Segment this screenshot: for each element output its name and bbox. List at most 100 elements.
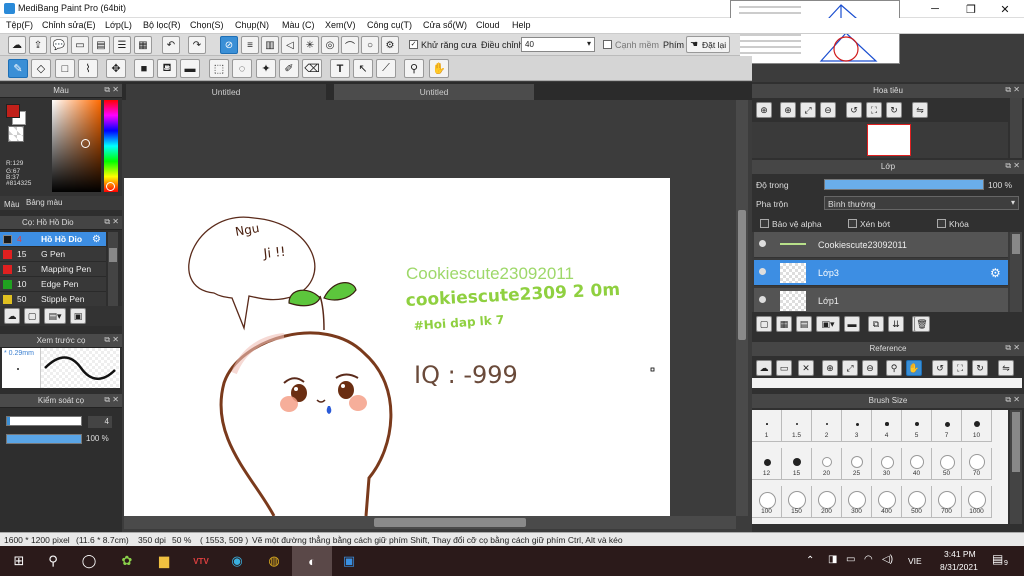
operation-tool-icon[interactable]: ↖ (353, 59, 373, 78)
brush-size-option[interactable]: 12 (752, 448, 782, 480)
eye-icon[interactable] (759, 268, 766, 275)
medibang-icon[interactable]: ◐ (303, 552, 321, 570)
bucket-tool-icon[interactable]: ⛾ (157, 59, 177, 78)
brush-opacity-slider[interactable] (6, 434, 82, 444)
zoom-out-icon[interactable]: ⊖ (862, 360, 878, 376)
clock-date[interactable]: 8/31/2021 (940, 562, 978, 572)
brush-size-option[interactable]: 4 (872, 410, 902, 442)
rotate-left-icon[interactable]: ↺ (846, 102, 862, 118)
wifi-icon[interactable]: ◠ (864, 554, 873, 565)
blend-mode-dropdown[interactable]: Bình thường ▾ (824, 196, 1019, 210)
add-layer-menu-icon[interactable]: ▣▾ (816, 316, 840, 332)
gear-icon[interactable]: ⚙ (990, 266, 1001, 280)
vtv-icon[interactable]: VTV (192, 552, 210, 570)
brush-item[interactable]: 50 Stipple Pen (0, 292, 106, 306)
lasso-tool-icon[interactable]: ◌ (232, 59, 252, 78)
new-halftone-layer-icon[interactable]: ▦ (776, 316, 792, 332)
tab-untitled-2[interactable]: Untitled (334, 84, 534, 100)
grid-snap-icon[interactable]: ▥ (261, 36, 279, 54)
hue-handle[interactable] (106, 182, 115, 191)
panel-popout-icon[interactable]: ⧉ ✕ (1005, 343, 1020, 353)
folder-icon[interactable]: ▬ (844, 316, 860, 332)
brush-size-option[interactable]: 200 (812, 486, 842, 518)
redo-icon[interactable]: ↷ (188, 36, 206, 54)
canvas-horizontal-scrollbar[interactable] (124, 516, 736, 529)
panel-popout-icon[interactable]: ⧉ ✕ (104, 217, 119, 227)
app-icon[interactable]: ✿ (118, 552, 136, 570)
add-brush-icon[interactable]: ▤▾ (44, 308, 66, 324)
panel-popout-icon[interactable]: ⧉ ✕ (104, 395, 119, 405)
fit-screen-icon[interactable]: ⛶ (866, 102, 882, 118)
document-icon[interactable]: ▤ (92, 36, 110, 54)
parallel-snap-icon[interactable]: ≡ (241, 36, 259, 54)
primary-color-swatch[interactable] (6, 104, 20, 118)
chrome-icon[interactable]: ◍ (265, 552, 283, 570)
scrollbar-thumb[interactable] (109, 248, 117, 262)
reset-button[interactable]: ☚ Đặt lại (686, 36, 730, 53)
transparent-swatch[interactable] (8, 126, 24, 142)
menu-filter[interactable]: Bộ lọc(R) (143, 20, 181, 30)
panel-popout-icon[interactable]: ⧉ ✕ (1005, 161, 1020, 171)
brush-size-scrollbar[interactable] (1010, 410, 1022, 524)
minimize-icon[interactable]: ─ (918, 0, 952, 18)
cloud-brush-icon[interactable]: ☁ (4, 308, 20, 324)
brush-size-option[interactable]: 1 (752, 410, 782, 442)
perspective-snap-icon[interactable]: ◁ (281, 36, 299, 54)
maximize-icon[interactable]: ❐ (954, 0, 988, 18)
brush-size-option[interactable]: 500 (902, 486, 932, 518)
scrollbar-thumb[interactable] (1012, 234, 1020, 254)
menu-file[interactable]: Tệp(F) (6, 20, 33, 30)
language-indicator[interactable]: VIE (908, 556, 922, 566)
menu-view[interactable]: Xem(V) (325, 20, 356, 30)
zoom-in-icon[interactable]: ⊕ (756, 102, 772, 118)
eyedropper-tool-icon[interactable]: ⚲ (404, 59, 424, 78)
list-icon[interactable]: ☰ (113, 36, 131, 54)
navigator-scrollbar[interactable] (1010, 98, 1022, 158)
eye-icon[interactable] (759, 296, 766, 303)
magic-wand-tool-icon[interactable]: ✦ (256, 59, 276, 78)
rotate-right-icon[interactable]: ↻ (886, 102, 902, 118)
canvas-vertical-scrollbar[interactable] (736, 100, 748, 516)
hue-slider[interactable] (104, 100, 118, 192)
close-reference-icon[interactable]: ✕ (798, 360, 814, 376)
layer-item[interactable]: Lớp1 (754, 288, 1008, 312)
brush-size-option[interactable]: 70 (962, 448, 992, 480)
curve-snap-icon[interactable]: ⌒ (341, 36, 359, 54)
rotate-right-icon[interactable]: ↻ (972, 360, 988, 376)
zoom-in-alt-icon[interactable]: ⊕ (780, 102, 796, 118)
brush-settings-icon[interactable]: ▣ (70, 308, 86, 324)
brush-item[interactable]: 15 G Pen (0, 247, 106, 262)
brush-item[interactable]: 4 Hồ Hồ Dio ⚙ (0, 232, 106, 247)
concentric-snap-icon[interactable]: ◎ (321, 36, 339, 54)
brush-size-option[interactable]: 25 (842, 448, 872, 480)
brush-tool-icon[interactable]: ✎ (8, 59, 28, 78)
brush-size-option[interactable]: 400 (872, 486, 902, 518)
tab-color[interactable]: Màu (4, 200, 20, 209)
gradient-tool-icon[interactable]: ▬ (180, 59, 200, 78)
hand-icon[interactable]: ✋ (906, 360, 922, 376)
close-icon[interactable]: ✕ (988, 0, 1022, 18)
duplicate-layer-icon[interactable]: ⧉ (868, 316, 884, 332)
tab-untitled-1[interactable]: Untitled (126, 84, 326, 100)
soft-edge-checkbox[interactable] (603, 40, 612, 49)
zoom-in-icon[interactable]: ⊕ (822, 360, 838, 376)
panel-popout-icon[interactable]: ⧉ ✕ (104, 85, 119, 95)
eyedropper-icon[interactable]: ⚲ (886, 360, 902, 376)
battery-icon[interactable]: ▭ (846, 554, 855, 565)
tray-chevron-icon[interactable]: ⌃ (806, 555, 814, 566)
brush-size-option[interactable]: 20 (812, 448, 842, 480)
adjust-dropdown[interactable]: 40 ▾ (521, 37, 595, 52)
task-view-icon[interactable]: ◯ (80, 552, 98, 570)
color-picker-handle[interactable] (81, 139, 90, 148)
clock-time[interactable]: 3:41 PM (944, 549, 976, 559)
brush-size-option[interactable]: 150 (782, 486, 812, 518)
brush-size-option[interactable]: 15 (782, 448, 812, 480)
brush-size-slider[interactable] (6, 416, 82, 426)
brush-size-value[interactable]: 4 (88, 416, 112, 428)
drawing-canvas[interactable]: Ngu Ji !! Cookiescute23092011 cookiescut… (124, 178, 670, 516)
zoom-out-icon[interactable]: ⊖ (820, 102, 836, 118)
undo-icon[interactable]: ↶ (162, 36, 180, 54)
saturation-value-picker[interactable] (52, 100, 101, 192)
panel-popout-icon[interactable]: ⧉ ✕ (104, 335, 119, 345)
new-layer-icon[interactable]: ▢ (756, 316, 772, 332)
